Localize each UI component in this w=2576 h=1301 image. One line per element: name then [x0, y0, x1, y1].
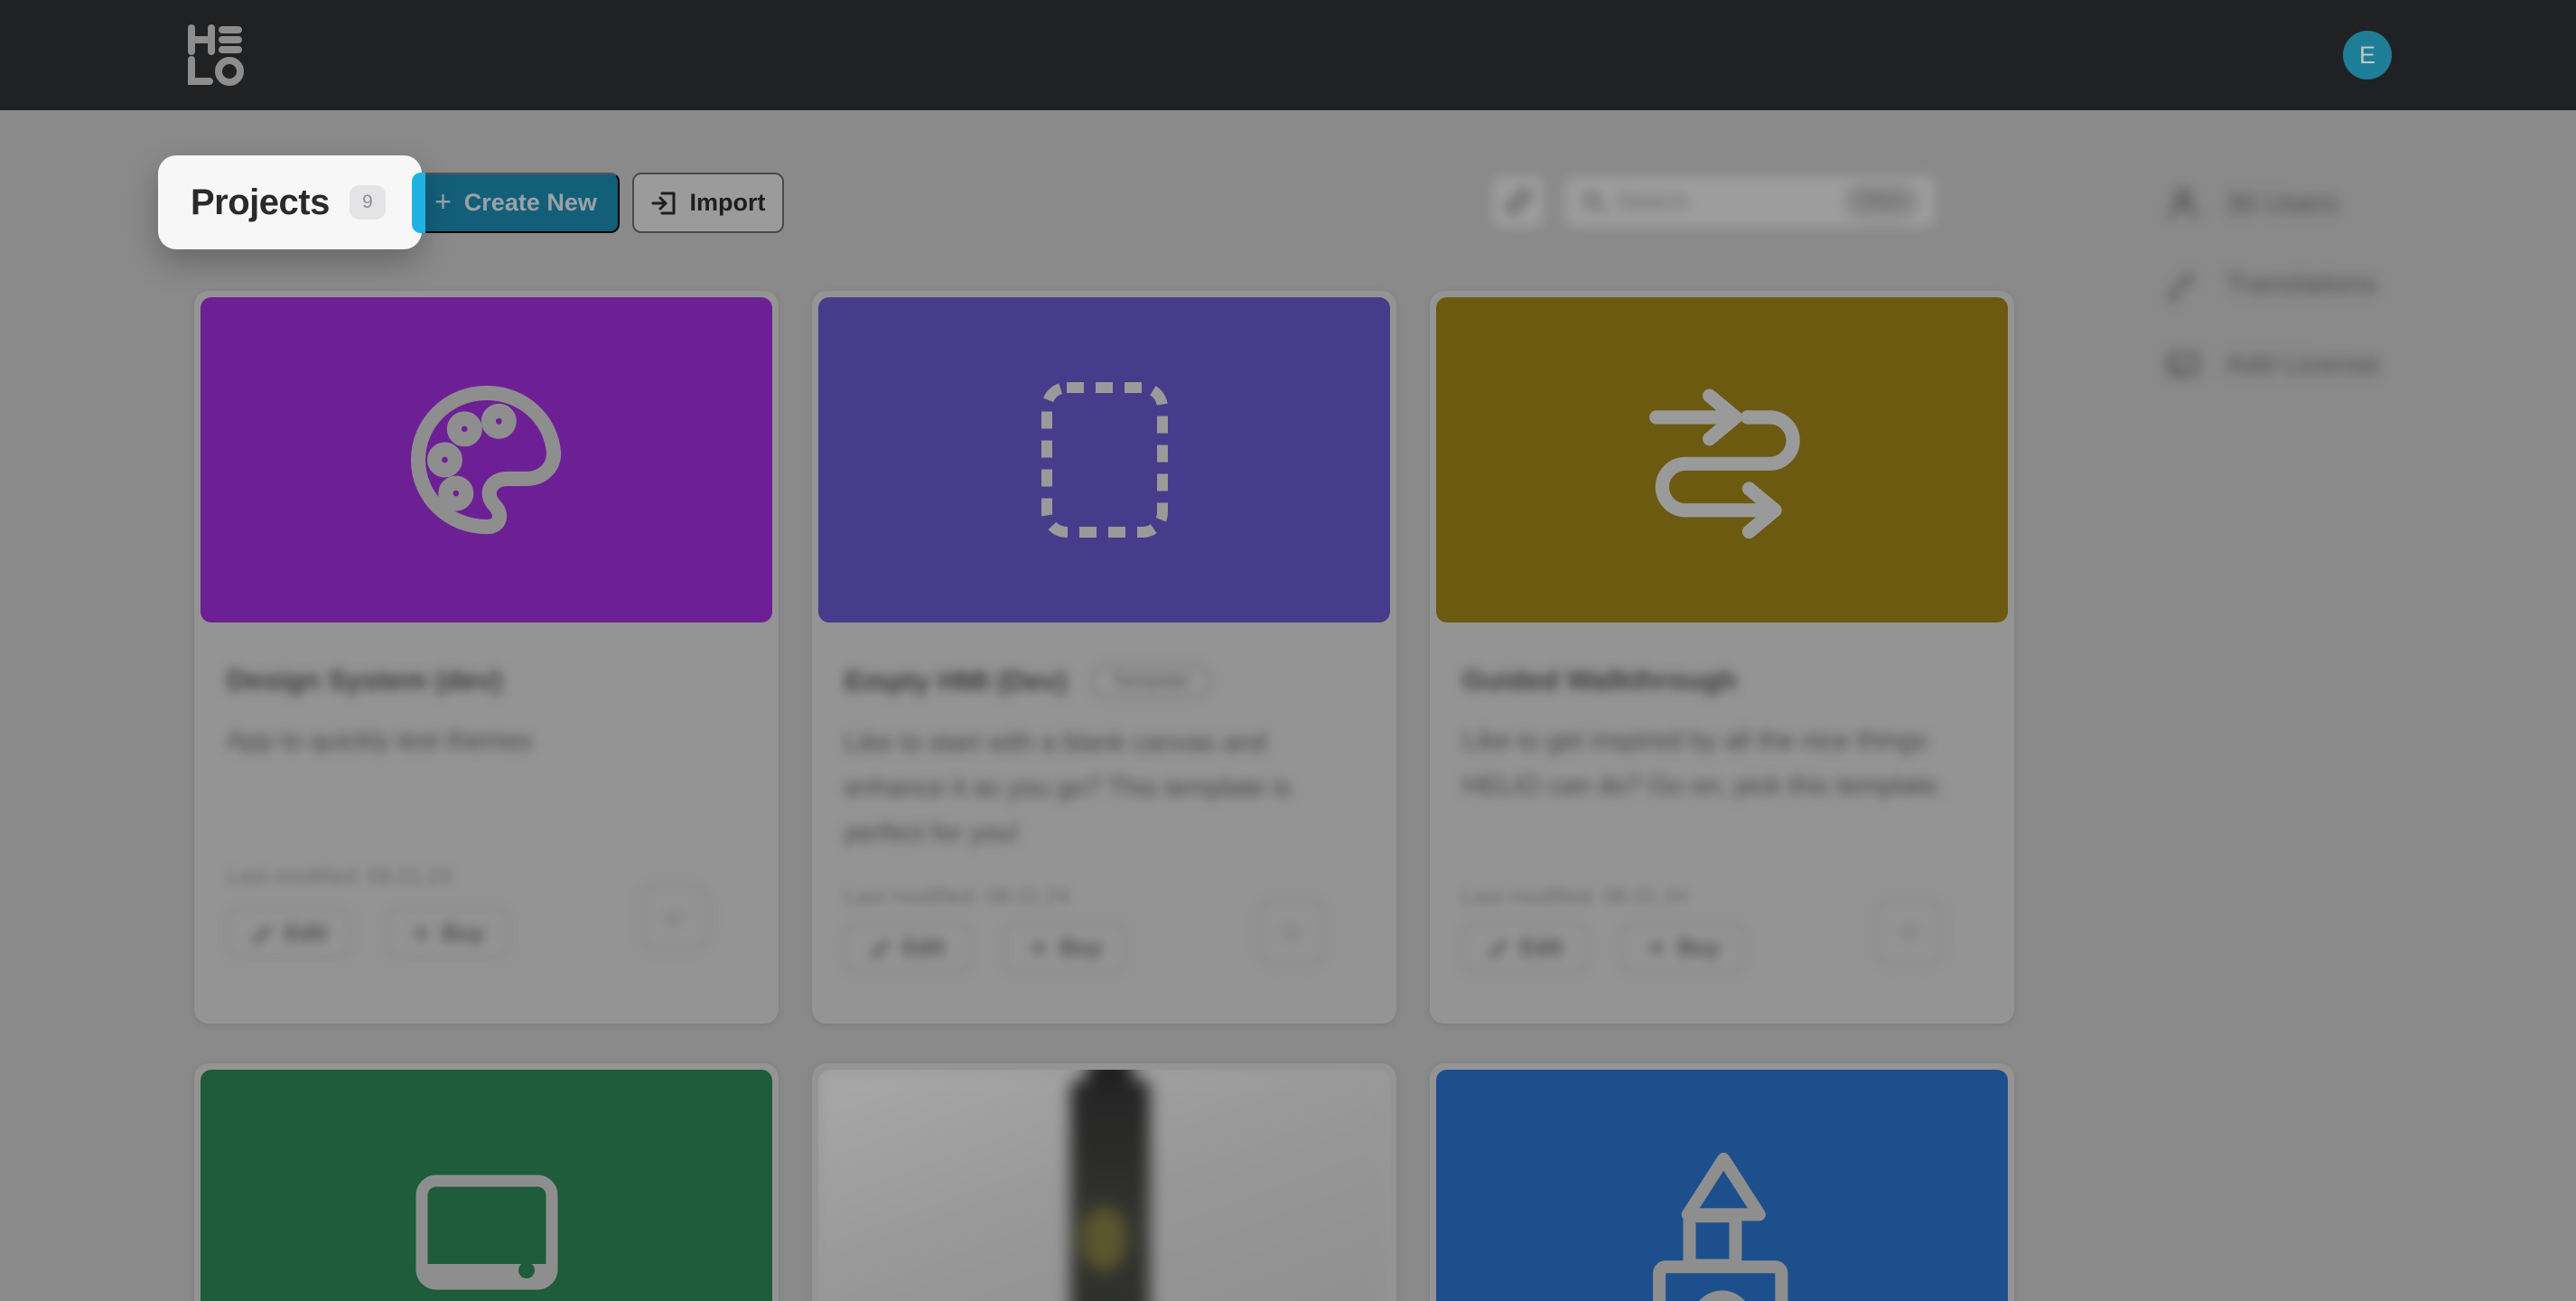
import-icon [651, 190, 678, 217]
card-menu-button[interactable] [639, 884, 708, 951]
sidebar-users-label: 36 Users [2226, 187, 2338, 220]
pencil-icon [870, 937, 891, 959]
helio-logo-icon[interactable] [185, 23, 245, 87]
search-input[interactable] [1617, 189, 1833, 215]
pencil-icon [252, 922, 274, 944]
translations-icon [2166, 267, 2200, 301]
project-description: Like to start with a blank canvas and en… [845, 720, 1368, 856]
buy-button[interactable]: Buy [1003, 922, 1127, 973]
chevron-down-icon [1278, 919, 1305, 946]
users-icon [2166, 186, 2200, 220]
route-icon [1632, 377, 1813, 544]
project-thumbnail [201, 1070, 772, 1301]
filter-pill-label: Filters [1858, 192, 1905, 211]
plus-icon: + [434, 187, 452, 216]
project-card-design-system[interactable]: Design System (dev) App to quickly test … [194, 291, 779, 1024]
project-card-row2-2[interactable] [812, 1063, 1396, 1301]
project-card-row2-3[interactable] [1430, 1063, 2014, 1301]
buy-button[interactable]: Buy [1621, 922, 1745, 973]
chevron-down-icon [1896, 919, 1923, 946]
project-title: Design System (dev) [227, 664, 502, 697]
create-new-label: Create New [464, 189, 597, 217]
card-menu-button[interactable] [1875, 899, 1944, 966]
pencil-icon [1488, 937, 1509, 959]
project-description: Like to get inspired by all the nice thi… [1462, 718, 1986, 809]
template-badge: Template [1090, 664, 1210, 698]
sidebar-item-users[interactable]: 36 Users [2166, 175, 2491, 231]
project-thumbnail-photo [818, 1070, 1390, 1301]
project-count-badge: 9 [350, 185, 386, 220]
chevron-down-icon [660, 904, 687, 931]
project-title: Guided Walkthrough [1462, 664, 1737, 697]
sidebar-translations-label: Translations [2226, 267, 2377, 300]
last-modified: Last modified: 08.01.24 [845, 884, 1070, 910]
project-thumbnail [818, 297, 1390, 622]
app-header: E [0, 0, 2576, 110]
project-thumbnail [1436, 1070, 2008, 1301]
buy-button[interactable]: Buy [386, 908, 509, 959]
license-icon [2166, 347, 2200, 381]
plus-icon [1029, 938, 1049, 958]
spotlight-projects-title: Projects 9 [158, 155, 422, 249]
blocks-icon [1638, 1145, 1806, 1301]
buy-label: Buy [1677, 935, 1720, 961]
buy-label: Buy [442, 921, 484, 947]
project-title: Empty HMI (Dev) [845, 665, 1067, 697]
view-toggle-button[interactable] [1490, 173, 1546, 229]
project-thumbnail [1436, 297, 2008, 622]
sidebar-item-translations[interactable]: Translations [2166, 256, 2491, 312]
create-new-button[interactable]: + Create New [412, 173, 620, 233]
plus-icon [411, 923, 431, 943]
edit-label: Edit [902, 935, 945, 961]
avatar-initial: E [2359, 42, 2375, 70]
edit-button[interactable]: Edit [227, 908, 352, 959]
project-card-guided-walkthrough[interactable]: Guided Walkthrough Like to get inspired … [1430, 291, 2014, 1024]
last-modified: Last modified: 08.01.24 [227, 865, 453, 890]
palette-icon [401, 374, 573, 546]
blurred-photo [818, 1070, 1390, 1301]
import-button[interactable]: Import [632, 173, 784, 233]
edit-label: Edit [285, 921, 327, 947]
buy-label: Buy [1059, 935, 1102, 961]
edit-label: Edit [1520, 935, 1563, 961]
project-card-row2-1[interactable] [194, 1063, 779, 1301]
link-icon [1505, 188, 1532, 215]
create-new-button-highlight [412, 173, 425, 233]
plus-icon [1647, 938, 1666, 958]
import-label: Import [690, 189, 766, 217]
page-title: Projects [191, 183, 330, 223]
search-field[interactable]: Filters [1563, 173, 1937, 229]
sidebar-item-add-license[interactable]: Add License [2166, 336, 2491, 392]
edit-button[interactable]: Edit [845, 922, 970, 973]
dashed-frame-icon [1041, 382, 1168, 538]
project-thumbnail [201, 297, 772, 622]
sidebar-add-license-label: Add License [2226, 348, 2380, 380]
edit-button[interactable]: Edit [1462, 922, 1588, 973]
project-card-empty-hmi[interactable]: Empty HMI (Dev) Template Like to start w… [812, 291, 1396, 1024]
display-icon [415, 1174, 559, 1291]
project-description: App to quickly test themes [227, 718, 751, 763]
last-modified: Last modified: 08.01.24 [1462, 884, 1688, 910]
search-icon [1581, 189, 1606, 214]
filter-pill[interactable]: Filters [1843, 183, 1919, 220]
search-toolbar: Filters [1481, 168, 1951, 235]
card-menu-button[interactable] [1257, 899, 1326, 966]
user-avatar[interactable]: E [2343, 31, 2392, 80]
right-sidebar: 36 Users Translations Add License [2166, 175, 2491, 417]
